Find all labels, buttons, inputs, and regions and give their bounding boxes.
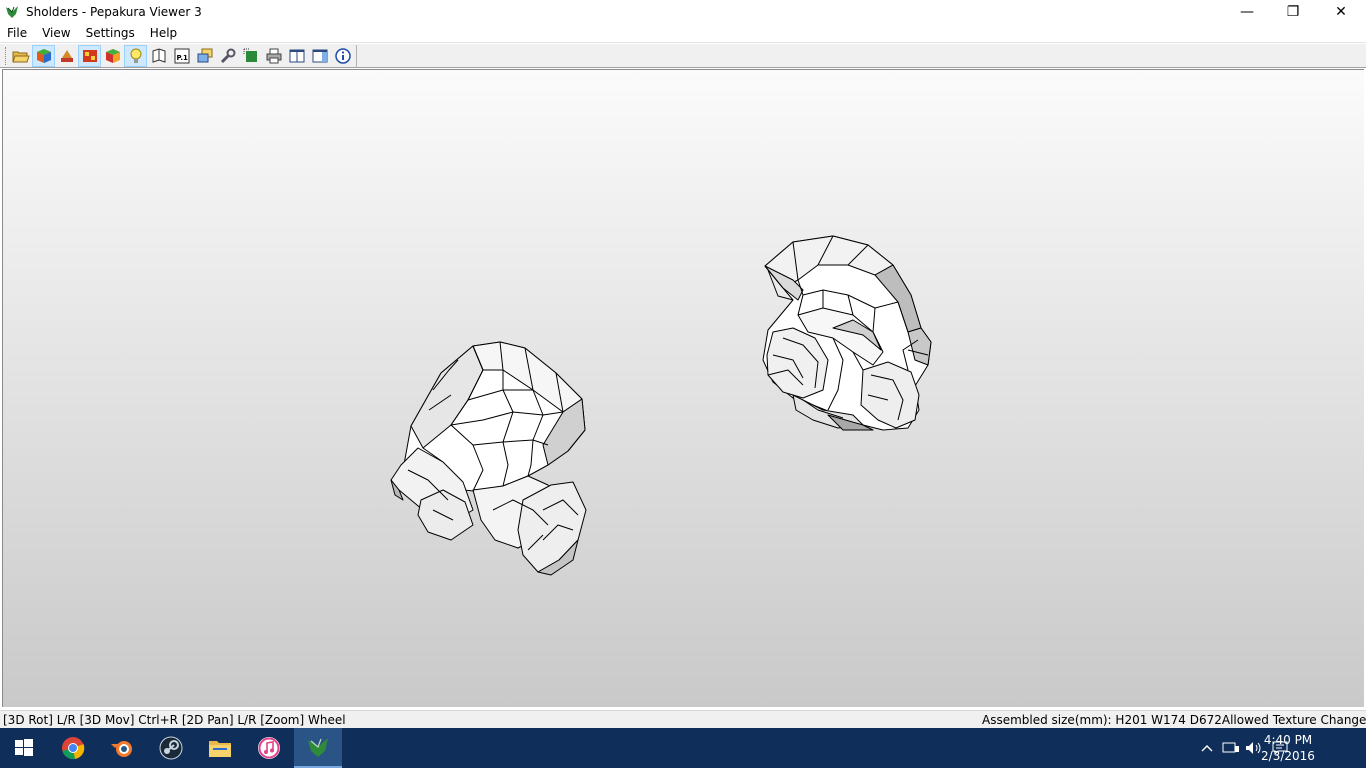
start-button[interactable] [0, 728, 48, 768]
pepakura-window: Sholders - Pepakura Viewer 3 — ❐ ✕ File … [0, 0, 1366, 768]
minimize-icon: — [1240, 4, 1254, 20]
file-explorer-icon [209, 741, 231, 757]
color-cube-button[interactable] [101, 45, 124, 67]
page-number-button[interactable]: P.1 [170, 45, 193, 67]
layers-icon [197, 48, 212, 62]
taskbar-chrome[interactable] [49, 728, 97, 768]
status-help-text: [3D Rot] L/R [3D Mov] Ctrl+R [2D Pan] L/… [3, 713, 346, 727]
blender-icon [111, 741, 132, 757]
minimize-button[interactable]: — [1224, 0, 1270, 24]
split-pane-icon [312, 49, 327, 62]
taskbar-file-explorer[interactable] [196, 728, 244, 768]
page-number-icon: P.1 [174, 48, 189, 63]
open-folder-icon [11, 51, 30, 62]
lightbulb-icon [130, 48, 141, 63]
light-button[interactable] [124, 44, 147, 67]
wrench-icon [220, 48, 235, 63]
texture-icon [82, 49, 97, 62]
status-size-info: Assembled size(mm): H201 W174 D672Allowe… [982, 713, 1366, 727]
toolbar-end [356, 44, 357, 67]
taskbar-pepakura[interactable] [294, 728, 342, 768]
menu-help[interactable]: Help [143, 24, 185, 42]
info-button[interactable] [331, 45, 354, 67]
single-pane-button[interactable] [285, 45, 308, 67]
split-pane-button[interactable] [308, 45, 331, 67]
menu-view[interactable]: View [35, 24, 78, 42]
export-button[interactable] [239, 45, 262, 67]
svg-text:P.1: P.1 [176, 54, 188, 62]
unfold-icon [152, 47, 165, 63]
toolbar: P.1 [0, 44, 1366, 68]
taskbar-steam[interactable] [147, 728, 195, 768]
layers-button[interactable] [193, 45, 216, 67]
3d-view-icon [36, 48, 51, 63]
steam-icon [159, 736, 183, 760]
settings-button[interactable] [216, 45, 239, 67]
windows-taskbar: 4:40 PM 2/3/2016 [0, 728, 1366, 768]
tray-notifications[interactable] [1268, 728, 1292, 768]
export-icon [243, 48, 257, 62]
color-cube-icon [105, 48, 120, 63]
print-icon [266, 48, 281, 63]
info-icon [334, 47, 351, 64]
flat-view-button[interactable] [55, 45, 78, 67]
3d-model-canvas [390, 235, 932, 576]
shoulder-model-left [390, 341, 587, 576]
window-title: Sholders - Pepakura Viewer 3 [26, 5, 202, 19]
taskbar-blender[interactable] [98, 728, 146, 768]
taskbar-itunes[interactable] [245, 728, 293, 768]
close-button[interactable]: ✕ [1318, 0, 1364, 24]
windows-start-icon [15, 739, 33, 756]
chrome-icon [62, 737, 85, 760]
3d-viewport[interactable] [2, 69, 1364, 707]
pepakura-app-icon [6, 6, 18, 18]
title-bar[interactable]: Sholders - Pepakura Viewer 3 — ❐ ✕ [0, 0, 1366, 24]
status-bar: [3D Rot] L/R [3D Mov] Ctrl+R [2D Pan] L/… [0, 710, 1366, 728]
notifications-icon [1272, 741, 1288, 756]
close-icon: ✕ [1335, 4, 1347, 20]
menu-bar: File View Settings Help [0, 24, 1366, 43]
single-pane-icon [289, 49, 304, 62]
pepakura-icon [308, 738, 328, 757]
texture-button[interactable] [78, 44, 101, 67]
unfold-button[interactable] [147, 45, 170, 67]
chevron-up-icon [1201, 745, 1213, 752]
maximize-button[interactable]: ❐ [1270, 0, 1316, 24]
open-button[interactable] [9, 45, 32, 67]
network-icon [1222, 742, 1239, 753]
flat-view-icon [60, 49, 73, 62]
maximize-icon: ❐ [1286, 4, 1300, 20]
tray-show-hidden[interactable] [1196, 728, 1218, 768]
toolbar-grip[interactable] [5, 46, 7, 65]
3d-view-button[interactable] [32, 44, 55, 67]
shoulder-model-right [762, 235, 932, 431]
menu-file[interactable]: File [0, 24, 35, 42]
menu-settings[interactable]: Settings [79, 24, 143, 42]
print-button[interactable] [262, 45, 285, 67]
tray-network[interactable] [1220, 728, 1242, 768]
itunes-icon [258, 737, 280, 759]
